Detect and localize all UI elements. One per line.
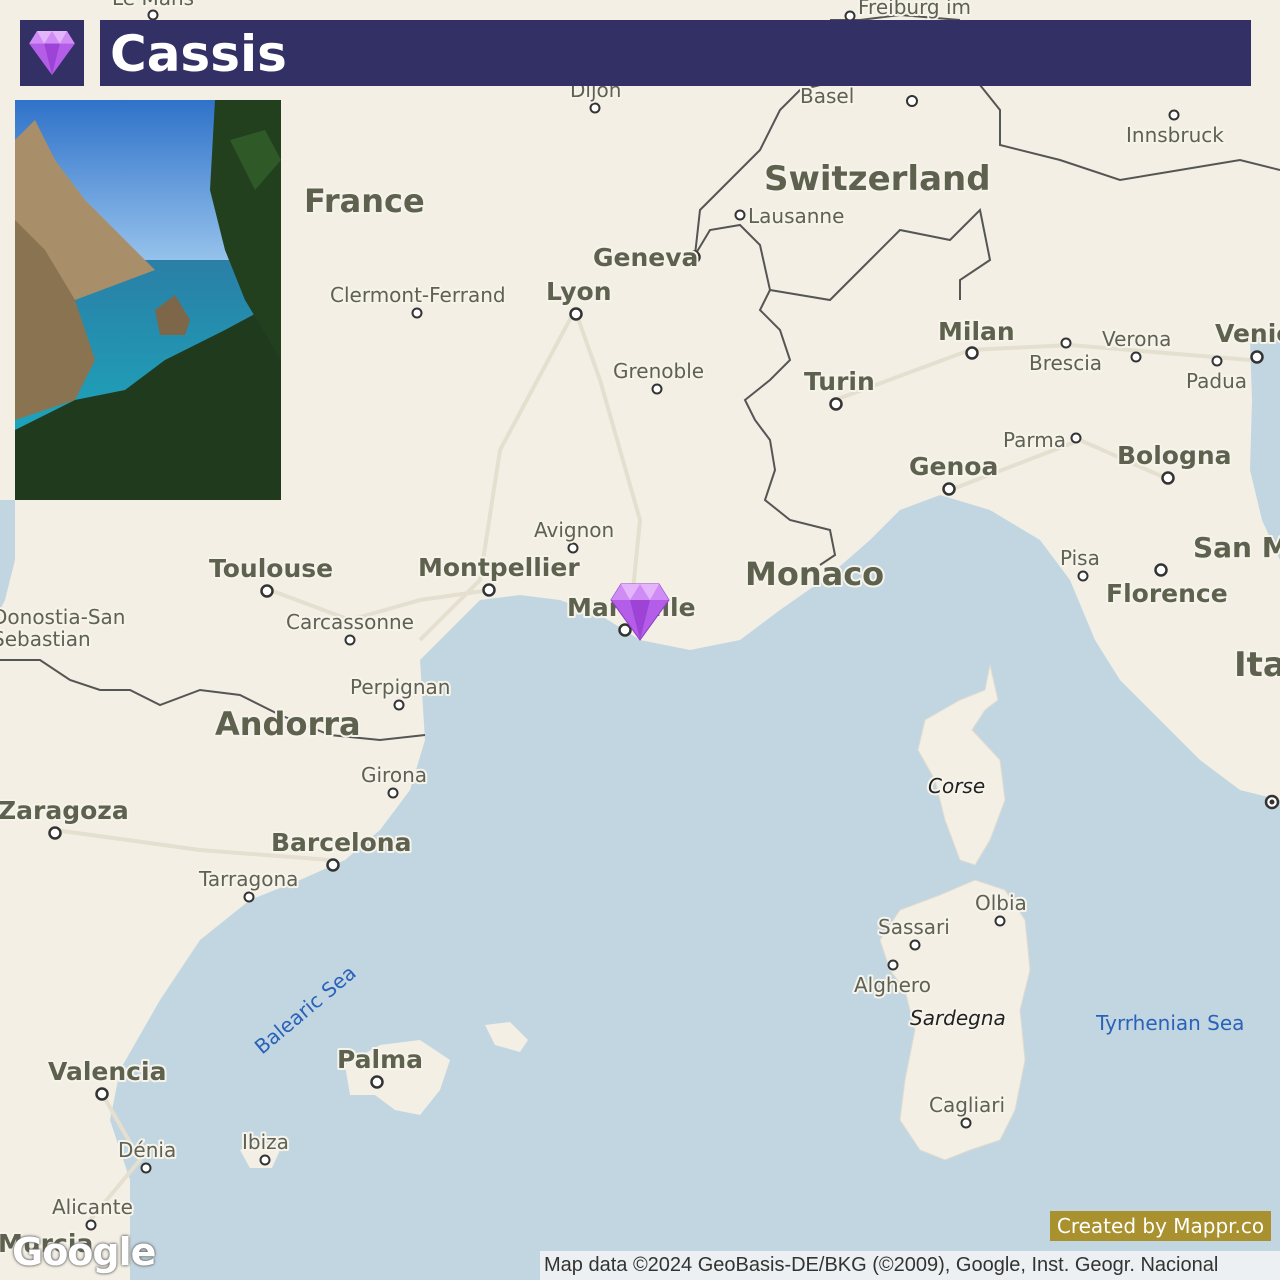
- map-label-basel: Basel: [800, 84, 854, 108]
- city-dot: [618, 623, 632, 637]
- map-label-lausanne: Lausanne: [748, 204, 844, 228]
- map-label-valencia: Valencia: [48, 1057, 166, 1086]
- map-label-cagliari: Cagliari: [929, 1093, 1005, 1117]
- city-dot: [393, 699, 405, 711]
- map-label-san-marino: San Marino: [1193, 531, 1280, 564]
- city-dot: [259, 1154, 271, 1166]
- map-label-tyrrhenian: Tyrrhenian Sea: [1095, 1011, 1244, 1035]
- map-label-monaco: Monaco: [745, 555, 884, 593]
- map-label-corse: Corse: [928, 774, 985, 798]
- map-label-freiburg: Freiburg im: [858, 0, 971, 19]
- map-label-avignon: Avignon: [534, 518, 614, 542]
- google-logo: Google: [12, 1230, 156, 1274]
- map-label-innsbruck: Innsbruck: [1126, 123, 1224, 147]
- city-dot: [734, 209, 746, 221]
- location-photo: [15, 100, 281, 500]
- map-label-venice: Venice: [1215, 319, 1280, 348]
- city-dot: [243, 891, 255, 903]
- page-title: Cassis: [110, 25, 287, 83]
- city-dot: [1211, 355, 1223, 367]
- map-label-donostia: Donostia-San: [0, 605, 125, 629]
- map-label-palma: Palma: [337, 1045, 423, 1074]
- map-label-turin: Turin: [804, 367, 875, 396]
- map-label-barcelona: Barcelona: [271, 828, 411, 857]
- city-dot: [942, 482, 956, 496]
- credit-badge[interactable]: Created by Mappr.co: [1050, 1211, 1271, 1241]
- city-dot: [887, 959, 899, 971]
- map-label-ibiza: Ibiza: [242, 1130, 289, 1154]
- city-dot: [411, 307, 423, 319]
- city-dot: [651, 383, 663, 395]
- map-label-geneva: Geneva: [593, 243, 698, 272]
- map-label-tarragona: Tarragona: [198, 867, 298, 891]
- city-dot: [482, 583, 496, 597]
- city-dot: [1130, 351, 1142, 363]
- city-dot: [994, 915, 1006, 927]
- map-label-clermont: Clermont-Ferrand: [330, 283, 506, 307]
- city-dot: [960, 1117, 972, 1129]
- map-label-alghero: Alghero: [854, 973, 931, 997]
- city-dot: [95, 1087, 109, 1101]
- map-label-sassari: Sassari: [878, 915, 950, 939]
- city-dot: [567, 542, 579, 554]
- map-label-perpignan: Perpignan: [350, 675, 450, 699]
- city-dot: [909, 939, 921, 951]
- city-dot: [1077, 570, 1089, 582]
- map-label-bologna: Bologna: [1117, 441, 1232, 470]
- map-label-alicante: Alicante: [52, 1195, 133, 1219]
- city-dot: [260, 584, 274, 598]
- map-label-le-mans: Le Mans: [112, 0, 194, 10]
- city-dot: [370, 1075, 384, 1089]
- map-label-sardegna: Sardegna: [910, 1006, 1006, 1030]
- city-dot: [140, 1162, 152, 1174]
- header-icon-box: [20, 20, 84, 86]
- map-label-florence: Florence: [1106, 579, 1228, 608]
- city-dot: [344, 634, 356, 646]
- city-dot: [965, 346, 979, 360]
- map-label-denia: Dénia: [118, 1138, 176, 1162]
- city-dot: [829, 397, 843, 411]
- map-label-verona: Verona: [1102, 327, 1171, 351]
- gem-icon: [29, 31, 75, 75]
- map-label-brescia: Brescia: [1029, 351, 1102, 375]
- city-dot: [1154, 563, 1168, 577]
- map-label-andorra: Andorra: [215, 705, 361, 743]
- city-dot: [48, 826, 62, 840]
- map-label-italy: Italy: [1234, 645, 1280, 685]
- map-label-girona: Girona: [361, 763, 427, 787]
- city-dot: [326, 858, 340, 872]
- map-label-zaragoza: Zaragoza: [0, 796, 129, 825]
- city-dot: [589, 102, 601, 114]
- city-dot: [1060, 337, 1072, 349]
- map-label-olbia: Olbia: [975, 891, 1027, 915]
- map-label-switzerland: Switzerland: [764, 159, 991, 199]
- map-label-toulouse: Toulouse: [209, 554, 333, 583]
- map-label-france: France: [304, 182, 425, 220]
- map-label-grenoble: Grenoble: [613, 359, 704, 383]
- map-label-padua: Padua: [1186, 369, 1247, 393]
- city-dot: [1250, 350, 1264, 364]
- map-label-genoa: Genoa: [909, 452, 998, 481]
- map-label-carcassonne: Carcassonne: [286, 610, 414, 634]
- city-dot: [387, 787, 399, 799]
- city-dot: [1161, 471, 1175, 485]
- header-bar: Cassis: [100, 20, 1251, 86]
- capital-dot: [1269, 799, 1275, 805]
- map-label-milan: Milan: [938, 317, 1015, 346]
- city-dot: [906, 95, 918, 107]
- map-label-lyon: Lyon: [546, 277, 612, 306]
- city-dot: [147, 9, 159, 21]
- city-dot: [569, 307, 583, 321]
- map-attribution: Map data ©2024 GeoBasis-DE/BKG (©2009), …: [540, 1251, 1280, 1280]
- map-label-montpellier: Montpellier: [418, 553, 580, 582]
- map-label-sebastian: Sebastian: [0, 627, 91, 651]
- city-dot: [1070, 432, 1082, 444]
- map-label-pisa: Pisa: [1060, 546, 1100, 570]
- map-label-parma: Parma: [1003, 428, 1066, 452]
- city-dot: [1168, 109, 1180, 121]
